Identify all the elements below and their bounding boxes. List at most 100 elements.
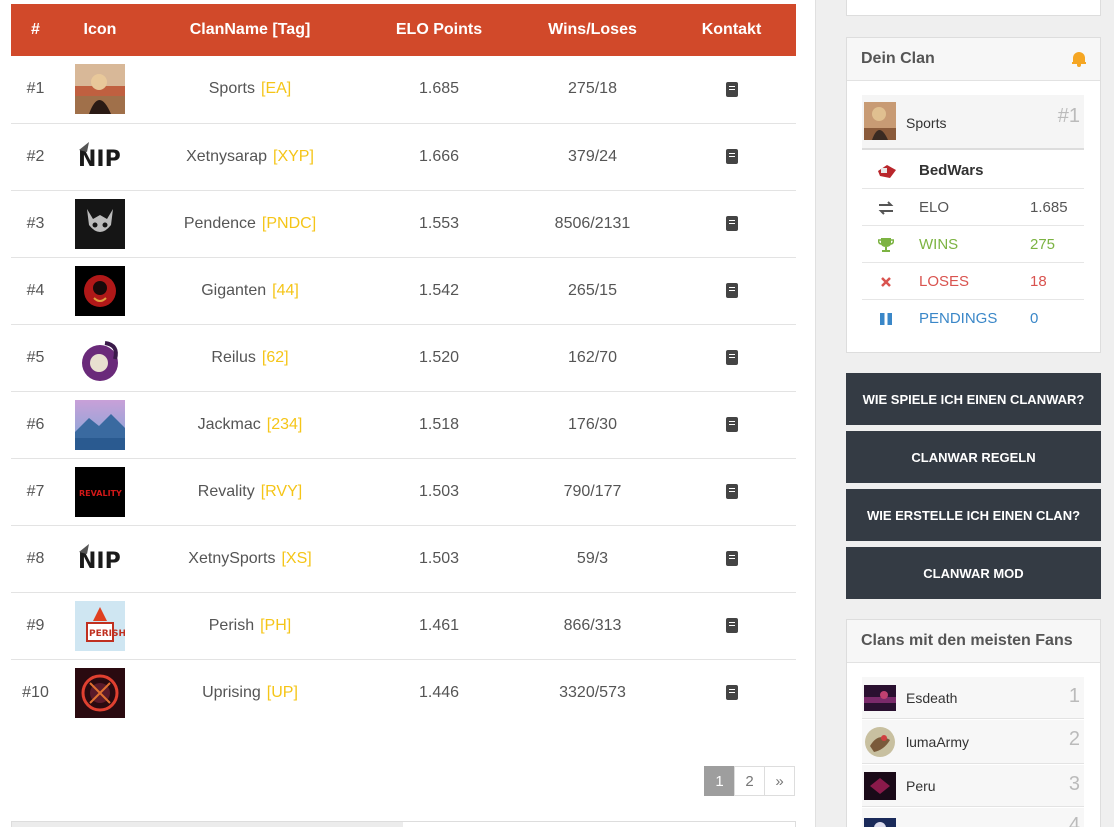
icon-cell	[60, 56, 140, 123]
icon-cell	[60, 324, 140, 391]
fan-clan-avatar	[865, 727, 895, 757]
clan-name-cell: XetnySports [XS]	[140, 525, 360, 592]
clan-name-cell: Perish [PH]	[140, 592, 360, 659]
clan-tag: [PH]	[260, 616, 292, 634]
icon-cell: NIP	[60, 123, 140, 190]
clan-avatar[interactable]	[75, 64, 125, 115]
kontakt-cell	[667, 592, 796, 659]
fan-clan-avatar	[864, 772, 896, 800]
how-to-play-button[interactable]: WIE SPIELE ICH EINEN CLANWAR?	[846, 373, 1101, 425]
kontakt-cell	[667, 257, 796, 324]
clan-avatar[interactable]	[75, 332, 125, 383]
clan-avatar[interactable]: NIP	[75, 131, 125, 182]
col-header-winsloses: Wins/Loses	[548, 21, 637, 38]
create-clan-button[interactable]: WIE ERSTELLE ICH EINEN CLAN?	[846, 489, 1101, 541]
clan-avatar[interactable]: REVALITY	[75, 466, 125, 517]
clanwar-mod-button[interactable]: CLANWAR MOD	[846, 547, 1101, 599]
clan-avatar[interactable]: PERISH	[75, 600, 125, 651]
clan-avatar[interactable]	[75, 198, 125, 249]
wins-loses-cell: 265/15	[568, 281, 617, 299]
clan-name[interactable]: Reilus	[211, 349, 255, 366]
clan-name[interactable]: Jackmac	[198, 416, 261, 433]
contact-book-icon[interactable]	[725, 550, 738, 566]
pendings-label: PENDINGS	[919, 310, 998, 327]
kontakt-cell	[667, 659, 796, 726]
wins-loses-cell: 162/70	[568, 348, 617, 366]
pagination: 1 2 »	[704, 766, 795, 796]
rank-cell: #3	[26, 214, 45, 232]
fan-list-item[interactable]: Peru 3	[862, 765, 1084, 807]
table-row: #5 Reilus [62] 1.520 162/70	[11, 324, 796, 391]
elo-cell: 1.461	[418, 616, 460, 634]
contact-book-icon[interactable]	[725, 416, 738, 432]
icon-cell: NIP	[60, 525, 140, 592]
clan-name[interactable]: Sports	[209, 80, 255, 97]
elo-value: 1.685	[1030, 199, 1068, 216]
clan-profile[interactable]: Sports #1	[862, 95, 1084, 150]
elo-cell: 1.685	[418, 80, 460, 98]
kontakt-cell	[667, 525, 796, 592]
clan-name[interactable]: Xetnysarap	[186, 148, 267, 165]
next-page-button[interactable]: »	[764, 766, 795, 796]
col-header-clanname: ClanName [Tag]	[189, 21, 311, 38]
fan-list-item[interactable]: 4	[862, 808, 1084, 827]
clan-name[interactable]: Uprising	[202, 684, 261, 701]
clan-name[interactable]: Giganten	[201, 282, 266, 299]
contact-book-icon[interactable]	[725, 617, 738, 633]
clan-tag: [UP]	[266, 683, 298, 701]
contact-book-icon[interactable]	[725, 215, 738, 231]
fan-clan-rank: 3	[1068, 773, 1080, 795]
clan-name[interactable]: XetnySports	[188, 550, 275, 567]
bottom-tab-active[interactable]	[12, 822, 403, 827]
col-header-kontakt: Kontakt	[701, 21, 762, 38]
elo-cell: 1.520	[418, 348, 460, 366]
page-1-button[interactable]: 1	[704, 766, 735, 796]
wins-loses-cell: 8506/2131	[554, 214, 631, 232]
bed-icon	[878, 165, 896, 178]
rank-cell: #10	[22, 683, 49, 701]
main-content: # Icon ClanName [Tag] ELO Points Wins/Lo…	[0, 0, 815, 827]
clan-avatar	[864, 102, 896, 140]
fan-list-item[interactable]: lumaArmy 2	[862, 720, 1084, 764]
clan-name[interactable]: Pendence	[184, 215, 256, 232]
clan-name-cell: Pendence [PNDC]	[140, 190, 360, 257]
table-row: #7 REVALITY Revality [RVY] 1.503 790/177	[11, 458, 796, 525]
wins-loses-cell: 59/3	[576, 549, 609, 567]
contact-book-icon[interactable]	[725, 81, 738, 97]
bell-icon[interactable]	[1072, 51, 1086, 67]
clan-avatar[interactable]	[75, 265, 125, 316]
fan-list-item[interactable]: Esdeath 1	[862, 677, 1084, 719]
clan-name[interactable]: Revality	[198, 483, 255, 500]
table-header-row: # Icon ClanName [Tag] ELO Points Wins/Lo…	[11, 4, 796, 56]
kontakt-cell	[667, 123, 796, 190]
icon-cell	[60, 257, 140, 324]
kontakt-cell	[667, 190, 796, 257]
contact-book-icon[interactable]	[725, 483, 738, 499]
contact-book-icon[interactable]	[725, 148, 738, 164]
icon-cell	[60, 391, 140, 458]
elo-label: ELO	[919, 199, 950, 216]
clan-avatar[interactable]: NIP	[75, 533, 125, 584]
table-row: #9 PERISH Perish [PH] 1.461 866/313	[11, 592, 796, 659]
close-icon	[881, 277, 891, 287]
rank-cell: #9	[26, 616, 45, 634]
clan-avatar[interactable]	[75, 399, 125, 450]
elo-cell: 1.446	[418, 683, 460, 701]
contact-book-icon[interactable]	[725, 282, 738, 298]
clan-name[interactable]: Perish	[209, 617, 254, 634]
elo-cell: 1.518	[418, 415, 460, 433]
clan-tag: [XYP]	[273, 147, 314, 165]
contact-book-icon[interactable]	[725, 685, 738, 701]
game-name: BedWars	[919, 162, 984, 179]
icon-cell: REVALITY	[60, 458, 140, 525]
clan-avatar[interactable]	[75, 667, 125, 718]
rank-cell: #4	[26, 281, 45, 299]
wins-loses-cell: 275/18	[568, 80, 617, 98]
elo-cell: 1.542	[418, 281, 460, 299]
top-fans-header: Clans mit den meisten Fans	[847, 620, 1100, 663]
col-header-rank: #	[31, 21, 40, 38]
rules-button[interactable]: CLANWAR REGELN	[846, 431, 1101, 483]
page-2-button[interactable]: 2	[734, 766, 765, 796]
clan-name-cell: Jackmac [234]	[140, 391, 360, 458]
contact-book-icon[interactable]	[725, 349, 738, 365]
